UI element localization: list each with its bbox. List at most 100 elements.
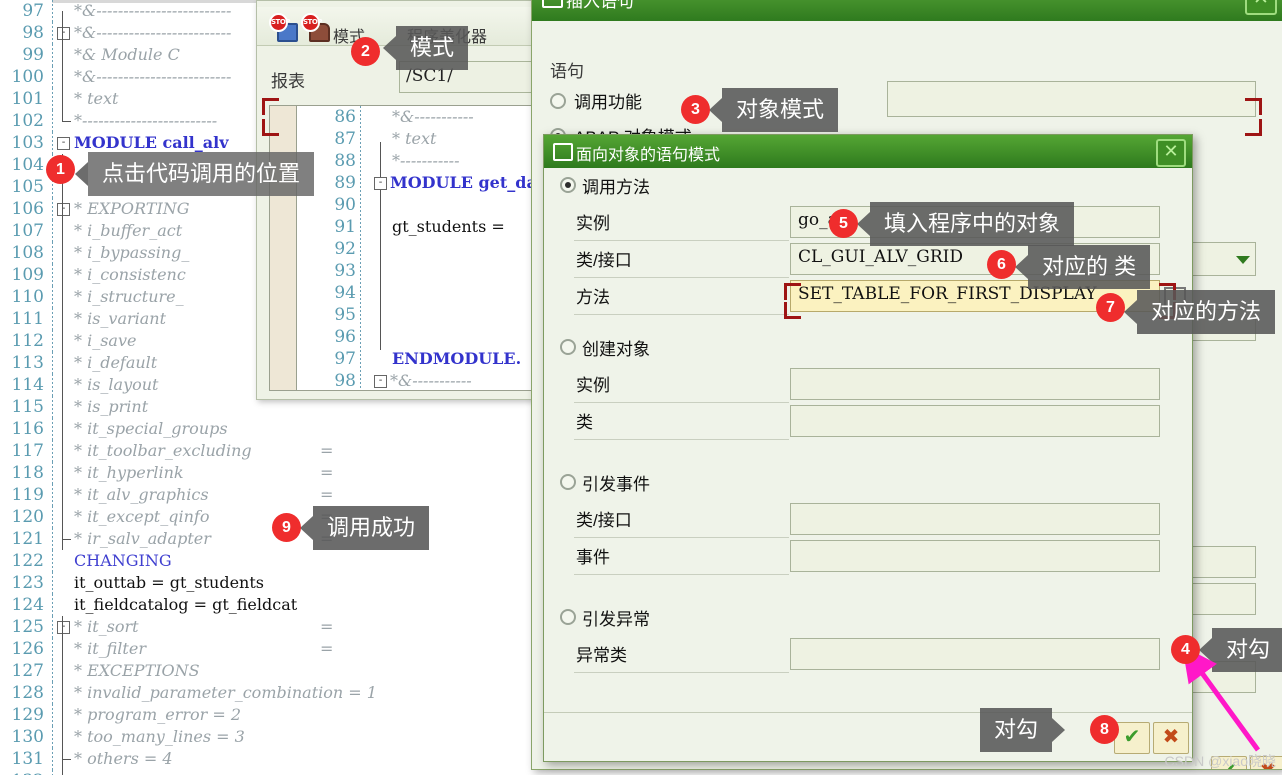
beautifier-code-line[interactable]: 95 bbox=[270, 304, 538, 326]
radio-create-object-group[interactable] bbox=[560, 339, 576, 355]
field-input-raise-exception-group-0[interactable] bbox=[790, 638, 1160, 670]
field-underline bbox=[574, 240, 789, 241]
block-tree-line bbox=[62, 330, 63, 352]
code-line[interactable]: 117 * it_toolbar_excluding = bbox=[0, 440, 540, 462]
line-number: 88 bbox=[334, 151, 356, 171]
line-number: 116 bbox=[11, 419, 44, 439]
gutter-divider bbox=[52, 726, 53, 748]
field-underline bbox=[574, 574, 789, 575]
code-line[interactable]: 132. bbox=[0, 770, 540, 775]
line-number: 106 bbox=[11, 199, 44, 219]
code-line[interactable]: 129 * program_error = 2 bbox=[0, 704, 540, 726]
beautifier-code-line-list[interactable]: 86 *&----------- 87 * text 88 *----------- 89-… bbox=[270, 106, 538, 390]
beautifier-code-line[interactable]: 94 bbox=[270, 282, 538, 304]
field-input-create-object-group-1[interactable] bbox=[790, 405, 1160, 437]
code-line[interactable]: 122 CHANGING bbox=[0, 550, 540, 572]
beautifier-code-line[interactable]: 98 - *&----------- bbox=[270, 370, 538, 390]
annotation-text-6: 对应的 类 bbox=[1042, 254, 1137, 279]
code-operator: = bbox=[320, 639, 334, 658]
block-tree-line bbox=[62, 616, 63, 638]
beautifier-code-line[interactable]: 90 bbox=[270, 194, 538, 216]
code-line[interactable]: 124 it_fieldcatalog = gt_fieldcat bbox=[0, 594, 540, 616]
code-text: * i_buffer_act bbox=[74, 221, 183, 240]
code-text: ENDMODULE. bbox=[392, 349, 522, 368]
confirm-button[interactable]: ✔ bbox=[1114, 722, 1150, 754]
line-number: 131 bbox=[11, 749, 44, 769]
fold-toggle-icon[interactable]: - bbox=[374, 177, 387, 190]
code-line[interactable]: 125- * it_sort = bbox=[0, 616, 540, 638]
radio-raise-exception-group[interactable] bbox=[560, 609, 576, 625]
field-input-raise-event-group-0[interactable] bbox=[790, 503, 1160, 535]
beautifier-code-line[interactable]: 97 ENDMODULE. bbox=[270, 348, 538, 370]
field-input-create-object-group-0[interactable] bbox=[790, 368, 1160, 400]
field-input-raise-event-group-1[interactable] bbox=[790, 540, 1160, 572]
code-text: *& Module C bbox=[74, 45, 180, 64]
code-line[interactable]: 131 * others = 4 bbox=[0, 748, 540, 770]
line-number: 130 bbox=[11, 727, 44, 747]
gutter-divider bbox=[52, 682, 53, 704]
code-text: *&------------------------- bbox=[74, 23, 232, 42]
fold-toggle-icon[interactable]: - bbox=[57, 203, 70, 216]
code-text: CHANGING bbox=[74, 551, 172, 570]
fold-toggle-icon[interactable]: - bbox=[57, 27, 70, 40]
code-line[interactable]: 120* it_except_qinfo= bbox=[0, 506, 540, 528]
line-number: 114 bbox=[11, 375, 44, 395]
stop-user-icon[interactable]: STOP bbox=[301, 13, 330, 42]
beautifier-code-area[interactable]: 86 *&----------- 87 * text 88 *----------- 89-… bbox=[269, 105, 539, 391]
line-number: 104 bbox=[11, 155, 44, 175]
code-line[interactable]: 119 * it_alv_graphics = bbox=[0, 484, 540, 506]
code-line[interactable]: 118 * it_hyperlink = bbox=[0, 462, 540, 484]
line-number: 118 bbox=[11, 463, 44, 483]
block-tree-line bbox=[62, 352, 63, 374]
insert-statement-titlebar: 插入语句 ✕ bbox=[532, 0, 1282, 21]
code-text: * it_hyperlink bbox=[74, 463, 184, 482]
block-tree-line bbox=[62, 22, 63, 44]
fold-toggle-icon[interactable]: - bbox=[374, 375, 387, 388]
gutter-divider bbox=[52, 660, 53, 682]
block-tree-line bbox=[62, 374, 63, 396]
gutter-divider bbox=[52, 286, 53, 308]
gutter-divider bbox=[52, 528, 53, 550]
code-line[interactable]: 116 * it_special_groups bbox=[0, 418, 540, 440]
beautifier-code-line[interactable]: 96 bbox=[270, 326, 538, 348]
stop-monitor-icon[interactable]: STOP bbox=[269, 13, 298, 42]
block-tree-tick bbox=[62, 759, 71, 760]
gutter-divider bbox=[52, 110, 53, 132]
fold-toggle-icon[interactable]: - bbox=[57, 621, 70, 634]
code-line[interactable]: 121* ir_salv_adapter= bbox=[0, 528, 540, 550]
code-line[interactable]: 123 it_outtab = gt_students bbox=[0, 572, 540, 594]
radio-call-method-group[interactable] bbox=[560, 177, 576, 193]
beautifier-code-line[interactable]: 93 bbox=[270, 260, 538, 282]
line-number: 117 bbox=[11, 441, 44, 461]
close-icon[interactable]: ✕ bbox=[1156, 139, 1186, 167]
gutter-divider bbox=[52, 506, 53, 528]
annotation-callout-3: 对象模式 bbox=[709, 88, 839, 132]
gutter-divider bbox=[52, 550, 53, 572]
fold-toggle-icon[interactable]: - bbox=[57, 137, 70, 150]
code-line[interactable]: 127 * EXCEPTIONS bbox=[0, 660, 540, 682]
block-tree-line bbox=[62, 704, 63, 726]
code-line[interactable]: 130 * too_many_lines = 3 bbox=[0, 726, 540, 748]
code-text: * too_many_lines = 3 bbox=[74, 727, 245, 746]
code-text: * is_print bbox=[74, 397, 149, 416]
gutter-divider bbox=[52, 704, 53, 726]
annotation-badge-7: 7 bbox=[1096, 293, 1125, 322]
block-tree-line bbox=[62, 308, 63, 330]
line-number: 111 bbox=[11, 309, 44, 329]
line-number: 91 bbox=[334, 217, 356, 237]
line-number: 122 bbox=[11, 551, 44, 571]
radio-raise-event-group[interactable] bbox=[560, 474, 576, 490]
code-operator: = bbox=[320, 463, 334, 482]
gutter-divider bbox=[52, 440, 53, 462]
close-icon[interactable]: ✕ bbox=[1245, 0, 1277, 15]
code-line[interactable]: 128 * invalid_parameter_combination = 1 bbox=[0, 682, 540, 704]
line-number: 127 bbox=[11, 661, 44, 681]
gutter-divider bbox=[52, 462, 53, 484]
beautifier-code-line[interactable]: 92 bbox=[270, 238, 538, 260]
annotation-text-7: 对应的方法 bbox=[1151, 299, 1262, 324]
code-line[interactable]: 126 * it_filter = bbox=[0, 638, 540, 660]
block-tree-line bbox=[62, 110, 63, 121]
line-number: 90 bbox=[334, 195, 356, 215]
block-tree-line bbox=[62, 638, 63, 660]
beautifier-code-line[interactable]: 91 gt_students = bbox=[270, 216, 538, 238]
